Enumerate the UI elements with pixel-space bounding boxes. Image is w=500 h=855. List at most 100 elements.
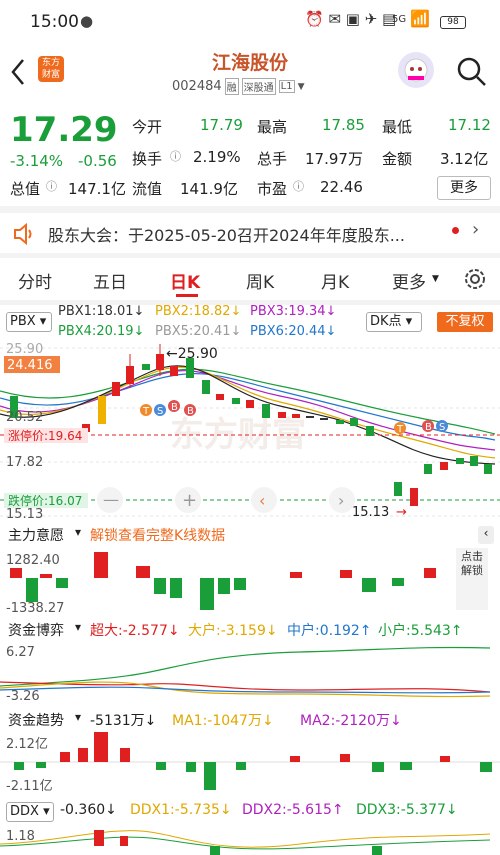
robot-avatar[interactable] bbox=[398, 52, 434, 88]
chevron-down-icon[interactable]: ▼ bbox=[298, 82, 305, 92]
ddx3-val: DDX3:-5.377↓ bbox=[356, 802, 458, 818]
change-value: -0.56 bbox=[78, 152, 117, 170]
info-icon[interactable]: ⓘ bbox=[46, 178, 57, 194]
svg-text:S: S bbox=[439, 422, 445, 433]
chevron-right-icon[interactable]: › bbox=[472, 219, 479, 240]
zj-mid: 中户:0.192↑ bbox=[287, 623, 372, 639]
tab-dayk[interactable]: 日K bbox=[170, 268, 200, 293]
divider bbox=[0, 206, 500, 213]
zl-chart: 1282.40 -1338.27 bbox=[6, 552, 436, 616]
limit-up-label: 涨停价:19.64 bbox=[8, 428, 82, 443]
zl-top: 1282.40 bbox=[6, 553, 60, 568]
adjust-button[interactable]: 不复权 bbox=[437, 312, 493, 332]
chevron-down-icon[interactable]: ▾ bbox=[75, 710, 81, 724]
info-icon[interactable]: ⓘ bbox=[170, 148, 181, 164]
dk-select[interactable]: DK点 ▾ bbox=[366, 312, 422, 332]
unlock-side-button[interactable]: 点击解锁 bbox=[456, 548, 488, 610]
y-top-label: 25.90 bbox=[6, 342, 43, 357]
y-low-label: 17.82 bbox=[6, 455, 43, 470]
zj-chart: 6.27 -3.26 bbox=[0, 645, 491, 702]
signal-icon: 📶 bbox=[410, 9, 430, 28]
status-time: 15:00 bbox=[30, 12, 79, 32]
notice-bar[interactable]: 股东大会：于2025-05-20召开2024年年度股东... › bbox=[0, 213, 500, 253]
period-tabs: 分时 五日 日K 周K 月K 更多 ▼ bbox=[0, 258, 500, 300]
float-label: 流值 bbox=[132, 180, 163, 198]
mcap-label: 总值 bbox=[10, 180, 41, 198]
trend-bot: -2.11亿 bbox=[6, 779, 53, 792]
badge-margin: 融 bbox=[224, 78, 239, 95]
stock-code-row: 002484 融 深股通 L1 ▼ bbox=[172, 78, 305, 95]
status-bar: 15:00 ● ⏰ ✉ ▣ ✈ ▤ 5G 📶 98 bbox=[0, 0, 500, 44]
svg-text:B: B bbox=[171, 402, 178, 413]
svg-text:+: + bbox=[182, 490, 197, 511]
y-bot-label: 15.13 bbox=[6, 507, 43, 520]
svg-text:—: — bbox=[103, 490, 119, 509]
mcap-value: 147.1亿 bbox=[68, 180, 126, 198]
indicator-select[interactable]: PBX ▾ bbox=[6, 312, 52, 332]
zj-title: 资金博弈 bbox=[8, 623, 64, 639]
triangle-down-icon: ▼ bbox=[432, 274, 439, 284]
pe-label: 市盈 bbox=[257, 180, 288, 198]
svg-text:→: → bbox=[396, 505, 407, 520]
float-value: 141.9亿 bbox=[180, 180, 238, 198]
status-icons: ⏰ ✉ ▣ ✈ ▤ bbox=[305, 10, 397, 28]
speaker-icon bbox=[14, 223, 32, 245]
ddx2-val: DDX2:-5.615↑ bbox=[242, 802, 344, 818]
chevron-down-icon[interactable]: ▾ bbox=[75, 525, 81, 539]
chevron-down-icon[interactable]: ▾ bbox=[75, 620, 81, 634]
low-label: 最低 bbox=[382, 118, 413, 136]
min-price-label: 15.13 bbox=[352, 505, 389, 520]
ddx-select[interactable]: DDX ▾ bbox=[6, 802, 54, 822]
zj-small: 小户:5.543↑ bbox=[378, 623, 463, 639]
zj-bot: -3.26 bbox=[6, 689, 40, 702]
turnover-value: 2.19% bbox=[193, 148, 241, 166]
trend-ma2: MA2:-2120万↓ bbox=[300, 713, 402, 729]
badge-level: L1 bbox=[278, 80, 295, 93]
info-icon[interactable]: ⓘ bbox=[293, 178, 304, 194]
svg-text:B: B bbox=[425, 422, 432, 433]
quote-panel: 17.29 -3.14% -0.56 今开 17.79 最高 17.85 最低 … bbox=[0, 104, 500, 208]
stock-header: 东方 财富 江海股份 002484 融 深股通 L1 ▼ bbox=[0, 44, 500, 104]
tab-monthk[interactable]: 月K bbox=[321, 268, 349, 293]
pbx2-value: PBX2:18.82↓ bbox=[155, 304, 242, 319]
amount-label: 金额 bbox=[382, 150, 413, 168]
max-price-label: ←25.90 bbox=[166, 346, 218, 362]
trend-ma1: MA1:-1047万↓ bbox=[172, 713, 274, 729]
settings-icon[interactable] bbox=[462, 266, 488, 292]
ddx-chart: 1.18 bbox=[0, 829, 491, 855]
battery-level: 98 bbox=[447, 17, 459, 27]
stock-code: 002484 bbox=[172, 79, 222, 94]
high-label: 最高 bbox=[257, 118, 288, 136]
collapse-icon[interactable]: ‹ bbox=[478, 526, 494, 544]
svg-text:›: › bbox=[338, 491, 344, 510]
more-button[interactable]: 更多 bbox=[437, 176, 491, 200]
kline-chart[interactable]: 东方财富 T S B B T B S 25.90 24.416 20.52 17… bbox=[0, 336, 500, 520]
ddx1-val: DDX1:-5.735↓ bbox=[130, 802, 232, 818]
svg-text:‹: ‹ bbox=[259, 491, 265, 510]
active-tab-indicator bbox=[176, 294, 198, 297]
svg-text:T: T bbox=[142, 406, 150, 417]
volume-value: 17.97万 bbox=[305, 150, 363, 168]
badge-connect: 深股通 bbox=[241, 78, 276, 95]
change-pct: -3.14% bbox=[10, 152, 64, 170]
pbx1-value: PBX1:18.01↓ bbox=[58, 304, 145, 319]
y-mid-label: 20.52 bbox=[6, 410, 43, 425]
high-value: 17.85 bbox=[322, 116, 365, 134]
tab-fenshi[interactable]: 分时 bbox=[18, 268, 52, 293]
notice-text: 股东大会：于2025-05-20召开2024年年度股东... bbox=[48, 226, 405, 245]
current-price: 17.29 bbox=[10, 110, 118, 150]
zj-top: 6.27 bbox=[6, 645, 35, 660]
zj-big: 大户:-3.159↓ bbox=[188, 623, 278, 639]
open-value: 17.79 bbox=[200, 116, 243, 134]
tab-weekk[interactable]: 周K bbox=[246, 268, 274, 293]
zl-title: 主力意愿 bbox=[8, 528, 64, 544]
pe-value: 22.46 bbox=[320, 178, 363, 196]
unlock-link[interactable]: 解锁查看完整K线数据 bbox=[90, 525, 225, 545]
search-icon[interactable] bbox=[456, 56, 488, 88]
wechat-icon: ● bbox=[80, 12, 94, 30]
tab-more[interactable]: 更多 bbox=[392, 268, 426, 293]
svg-text:S: S bbox=[157, 406, 163, 417]
tab-5day[interactable]: 五日 bbox=[93, 268, 127, 293]
unread-dot bbox=[452, 227, 459, 234]
zl-bot: -1338.27 bbox=[6, 601, 64, 616]
